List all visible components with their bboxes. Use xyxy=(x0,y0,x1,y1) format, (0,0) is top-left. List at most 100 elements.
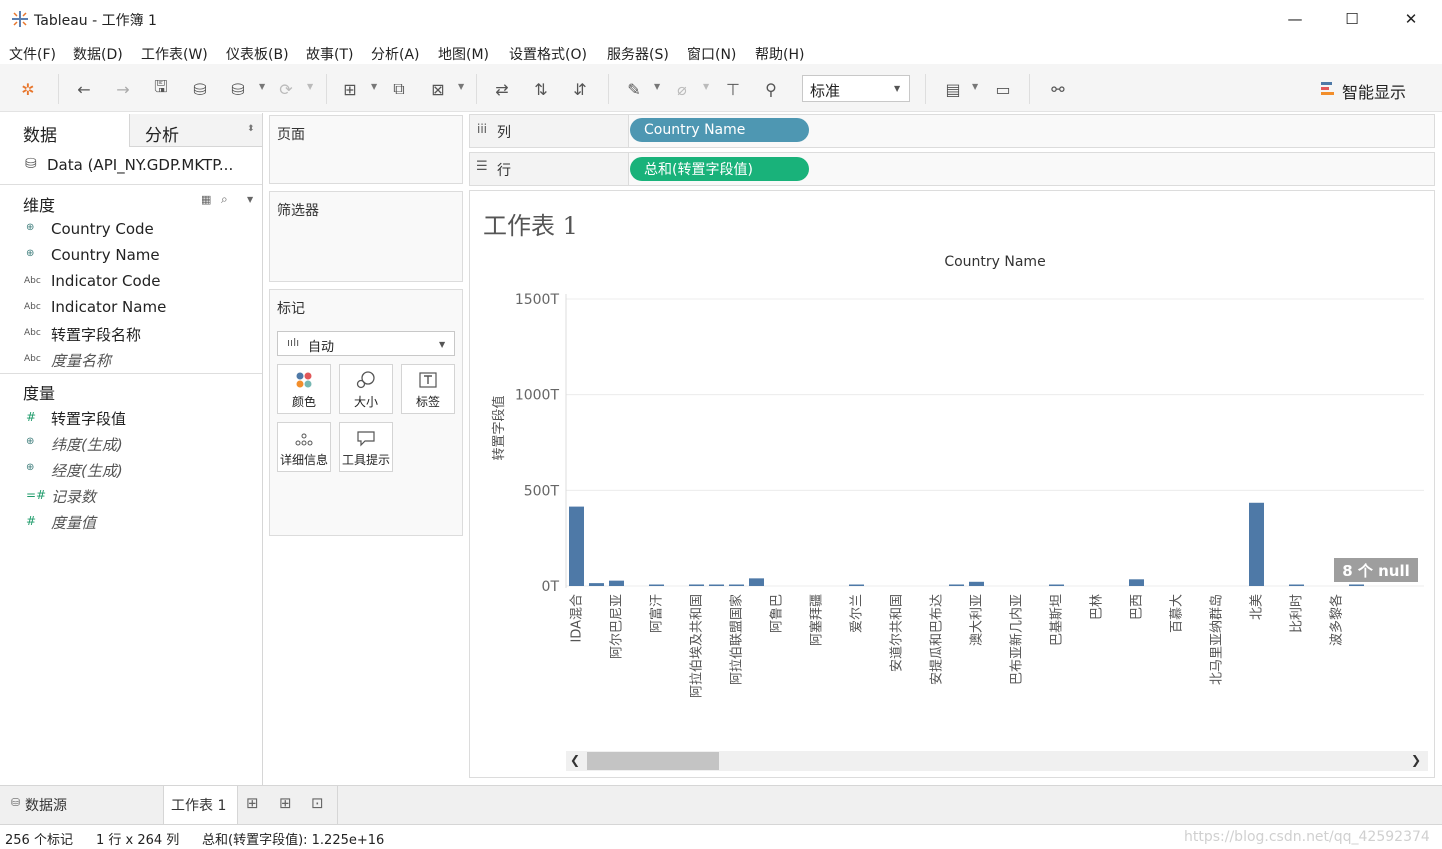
null-indicator-badge[interactable]: 8 个 null xyxy=(1334,558,1418,582)
marks-size-button[interactable]: 大小 xyxy=(339,364,393,414)
dimension-field[interactable]: Country Code xyxy=(51,220,154,238)
search-icon[interactable]: ⌕ xyxy=(221,192,228,207)
rows-pill[interactable]: 总和(转置字段值) xyxy=(630,157,809,181)
bar-chart[interactable]: 0T 500T 1000T 1500T IDA混合 阿尔巴尼亚 阿富汗 阿拉伯埃及共和国 阿拉… xyxy=(470,240,1434,752)
save-icon[interactable]: 🖫 xyxy=(150,77,172,100)
new-story-icon[interactable]: ⊡ xyxy=(311,794,324,812)
undo-icon[interactable]: ← xyxy=(73,78,95,100)
columns-shelf-label: 列 xyxy=(497,125,511,141)
menu-dashboard[interactable]: 仪表板(B) xyxy=(226,44,289,64)
bar[interactable] xyxy=(609,580,624,586)
maximize-button[interactable]: ☐ xyxy=(1323,0,1381,38)
new-datasource-icon[interactable]: ⛁ xyxy=(189,78,211,100)
mark-type-value: 自动 xyxy=(308,340,335,355)
pause-datasource-icon[interactable]: ⛁ xyxy=(227,78,249,100)
scroll-left-icon[interactable]: ❮ xyxy=(570,753,580,767)
measure-field[interactable]: 度量值 xyxy=(51,512,96,533)
bar[interactable] xyxy=(569,506,584,586)
bar[interactable] xyxy=(649,584,664,587)
menu-file[interactable]: 文件(F) xyxy=(9,44,56,64)
bar[interactable] xyxy=(1349,584,1364,586)
x-tick-label: IDA混合 xyxy=(570,594,585,643)
bar[interactable] xyxy=(589,583,604,586)
chevron-down-icon[interactable]: ▼ xyxy=(371,82,377,91)
smart-show-button[interactable]: 智能显示 xyxy=(1342,79,1406,103)
duplicate-sheet-icon[interactable]: ⧉ xyxy=(388,78,410,100)
bar[interactable] xyxy=(1289,584,1304,587)
highlight-icon[interactable]: ✎ xyxy=(623,78,645,100)
menu-server[interactable]: 服务器(S) xyxy=(607,44,669,64)
menu-worksheet[interactable]: 工作表(W) xyxy=(141,44,208,64)
new-dashboard-icon[interactable]: ⊞ xyxy=(279,794,292,812)
clear-sheet-icon[interactable]: ⊠ xyxy=(427,78,449,100)
pin-icon[interactable]: ⚲ xyxy=(760,78,782,100)
x-tick-label: 比利时 xyxy=(1290,594,1305,633)
chevron-down-icon[interactable]: ▼ xyxy=(703,82,709,91)
chevron-down-icon[interactable]: ▼ xyxy=(654,82,660,91)
menu-data[interactable]: 数据(D) xyxy=(73,44,123,64)
marks-detail-button[interactable]: 详细信息 xyxy=(277,422,331,472)
menu-window[interactable]: 窗口(N) xyxy=(687,44,736,64)
bar[interactable] xyxy=(1249,502,1264,586)
show-cards-icon[interactable]: ▤ xyxy=(942,78,964,100)
measure-field[interactable]: 转置字段值 xyxy=(51,408,126,429)
chevron-down-icon[interactable]: ▼ xyxy=(259,82,265,91)
menu-help[interactable]: 帮助(H) xyxy=(755,44,804,64)
new-worksheet-icon[interactable]: ⊞ xyxy=(339,78,361,100)
view-list-icon[interactable]: ▦ xyxy=(201,193,211,206)
mark-type-select[interactable] xyxy=(277,331,455,356)
scroll-right-icon[interactable]: ❯ xyxy=(1411,753,1421,767)
dimension-field[interactable]: 转置字段名称 xyxy=(51,324,141,345)
bar[interactable] xyxy=(1049,584,1064,587)
menu-analysis[interactable]: 分析(A) xyxy=(371,44,420,64)
chevron-down-icon[interactable]: ▼ xyxy=(894,84,900,93)
datasource-name[interactable]: Data (API_NY.GDP.MKTP... xyxy=(47,156,233,174)
bar[interactable] xyxy=(949,584,964,586)
label-icon[interactable]: ⊤ xyxy=(722,78,744,100)
scrollbar-thumb[interactable] xyxy=(587,752,719,770)
chevron-down-icon[interactable]: ▼ xyxy=(458,82,464,91)
redo-icon[interactable]: → xyxy=(112,78,134,100)
measure-field[interactable]: 记录数 xyxy=(51,486,96,507)
bar[interactable] xyxy=(1129,579,1144,586)
bar[interactable] xyxy=(969,581,984,586)
marks-color-button[interactable]: 颜色 xyxy=(277,364,331,414)
marks-tooltip-button[interactable]: 工具提示 xyxy=(339,422,393,472)
measure-field[interactable]: 纬度(生成) xyxy=(51,434,123,455)
sort-ascending-icon[interactable]: ⇅ xyxy=(530,78,552,100)
chevron-down-icon[interactable]: ▼ xyxy=(439,340,445,349)
columns-pill[interactable]: Country Name xyxy=(630,118,809,142)
dimension-field[interactable]: Indicator Name xyxy=(51,298,166,316)
bar[interactable] xyxy=(729,584,744,587)
bar[interactable] xyxy=(749,578,764,586)
tab-data[interactable] xyxy=(0,114,129,147)
chevron-down-icon[interactable]: ▼ xyxy=(972,82,978,91)
menu-story[interactable]: 故事(T) xyxy=(306,44,353,64)
smart-show-icon[interactable] xyxy=(1320,80,1336,96)
menu-map[interactable]: 地图(M) xyxy=(438,44,489,64)
bar[interactable] xyxy=(849,584,864,587)
swap-icon[interactable]: ⇄ xyxy=(491,78,513,100)
sort-descending-icon[interactable]: ⇵ xyxy=(569,78,591,100)
dimension-field[interactable]: Indicator Code xyxy=(51,272,160,290)
marks-label-button[interactable]: 标签 xyxy=(401,364,455,414)
datasource-tab[interactable]: 数据源 xyxy=(25,795,67,815)
bar[interactable] xyxy=(709,584,724,587)
x-tick-label: 阿拉伯联盟国家 xyxy=(729,594,745,685)
bar[interactable] xyxy=(689,584,704,586)
chevron-down-icon[interactable]: ▼ xyxy=(247,195,253,204)
tab-menu-icon[interactable]: ⬍ xyxy=(247,124,255,134)
new-worksheet-icon[interactable]: ⊞ xyxy=(246,794,259,812)
dimension-field[interactable]: 度量名称 xyxy=(51,350,111,371)
chevron-down-icon[interactable]: ▼ xyxy=(307,82,313,91)
tableau-home-icon[interactable]: ✲ xyxy=(17,78,39,100)
dimension-field[interactable]: Country Name xyxy=(51,246,160,264)
presentation-mode-icon[interactable]: ▭ xyxy=(992,78,1014,100)
close-button[interactable]: ✕ xyxy=(1382,0,1440,38)
group-icon[interactable]: ⌀ xyxy=(671,78,693,100)
share-icon[interactable]: ⚯ xyxy=(1047,78,1069,100)
refresh-icon[interactable]: ⟳ xyxy=(275,78,297,100)
menu-format[interactable]: 设置格式(O) xyxy=(509,44,587,64)
minimize-button[interactable]: — xyxy=(1266,0,1324,38)
measure-field[interactable]: 经度(生成) xyxy=(51,460,123,481)
